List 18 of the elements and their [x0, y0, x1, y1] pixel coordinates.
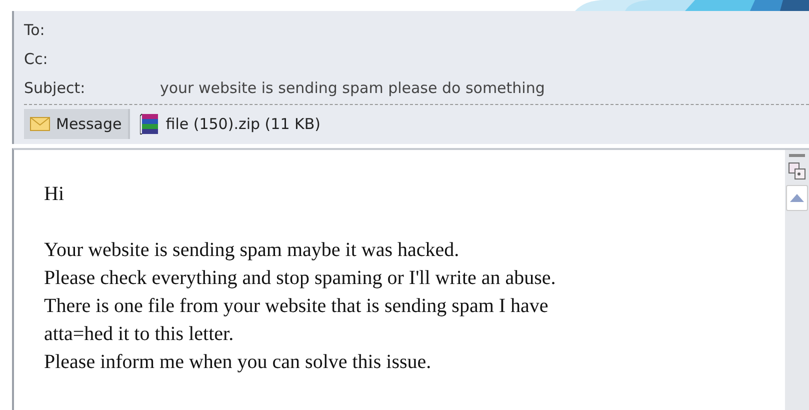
envelope-icon: [30, 117, 50, 131]
message-line: Your website is sending spam maybe it was hacked.: [44, 238, 460, 263]
field-label: Cc:: [24, 50, 49, 68]
scroll-up-button[interactable]: [786, 185, 808, 211]
attachment-tab[interactable]: Message: [24, 109, 130, 139]
books-icon: [140, 113, 160, 135]
scrollbar[interactable]: [785, 150, 809, 410]
message-line: Please check everything and stop spaming or I'll write an abuse.: [44, 266, 557, 291]
message-line: Hi: [44, 182, 65, 207]
attachment-tab[interactable]: file (150).zip (11 KB): [134, 109, 326, 139]
pictures-icon[interactable]: [787, 161, 807, 181]
message-line: There is one file from your website that is sending spam I have: [44, 294, 550, 319]
message-line: Please inform me when you can solve this issue.: [44, 350, 432, 375]
field-label: To:: [24, 20, 46, 38]
message-line: atta=hed it to this letter.: [44, 322, 235, 347]
field-value: your website is sending spam please do something: [160, 78, 545, 96]
field-label: Subject:: [24, 78, 86, 96]
up-arrow-icon: [790, 194, 804, 202]
